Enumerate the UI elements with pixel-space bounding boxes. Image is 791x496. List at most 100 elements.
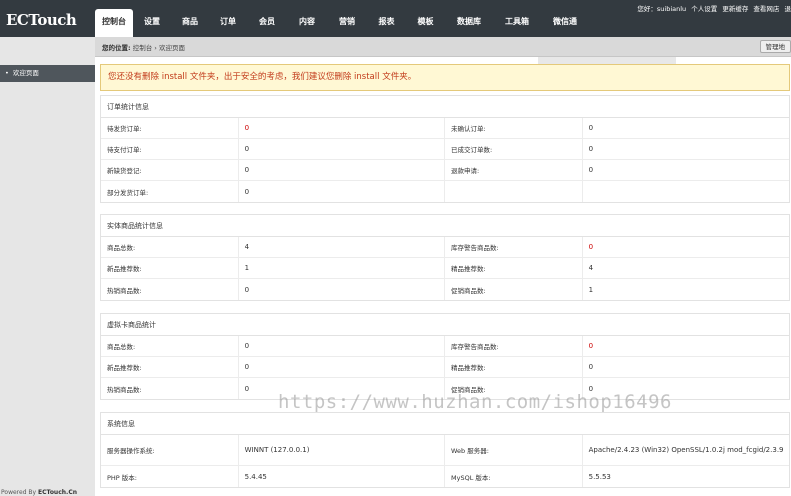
logout-link[interactable]: 退: [785, 5, 791, 13]
stat-label: 商品总数:: [101, 237, 239, 257]
goods-stats-section: 实体商品统计信息 商品总数: 4 库存警告商品数: 0 新品推荐数: 1 精品推…: [100, 214, 790, 301]
stat-label: 未确认订单:: [445, 118, 583, 138]
breadcrumb-root[interactable]: 控制台: [133, 44, 153, 52]
stat-label: 热销商品数:: [101, 279, 239, 300]
stat-label: 新品推荐数:: [101, 258, 239, 278]
powered-by: Powered By ECTouch.Cn: [1, 489, 77, 496]
stat-value[interactable]: 1: [239, 258, 445, 278]
stat-value[interactable]: 0: [583, 160, 789, 180]
profile-link[interactable]: 个人设置: [691, 5, 717, 13]
stat-value[interactable]: 0: [239, 160, 445, 180]
powered-label: Powered By: [1, 489, 37, 496]
nav-goods[interactable]: 商品: [171, 9, 209, 37]
stat-label: 部分发货订单:: [101, 181, 239, 202]
user-links: 您好：suibianlu 个人设置 更新缓存 查看网店 退: [634, 3, 791, 13]
nav-settings[interactable]: 设置: [133, 9, 171, 37]
nav-templates[interactable]: 模板: [406, 9, 445, 37]
virtual-card-stats-section: 虚拟卡商品统计 商品总数: 0 库存警告商品数: 0 新品推荐数: 0 精品推荐…: [100, 313, 790, 400]
stat-value[interactable]: 0: [583, 118, 789, 138]
table-row: 待发货订单: 0 未确认订单: 0: [101, 118, 789, 139]
stat-value[interactable]: 0: [239, 118, 445, 138]
ectouch-logo[interactable]: ECTouch: [6, 11, 86, 31]
section-title: 订单统计信息: [101, 96, 789, 118]
stat-label: 退款申请:: [445, 160, 583, 180]
breadcrumb: 您的位置: 控制台 › 欢迎页面: [102, 42, 185, 52]
bullet-icon: •: [5, 69, 9, 77]
stat-value[interactable]: 0: [583, 357, 789, 377]
powered-brand[interactable]: ECTouch.Cn: [38, 489, 77, 496]
stat-label: 待发货订单:: [101, 118, 239, 138]
info-value: 5.4.45: [239, 466, 445, 487]
nav-dashboard[interactable]: 控制台: [95, 9, 133, 37]
nav-content[interactable]: 内容: [287, 9, 327, 37]
table-row: 服务器操作系统: WINNT (127.0.0.1) Web 服务器: Apac…: [101, 435, 789, 466]
sidebar-item-welcome[interactable]: • 欢迎页面: [0, 65, 95, 82]
stat-label: 新品推荐数:: [101, 357, 239, 377]
info-value: WINNT (127.0.0.1): [239, 435, 445, 465]
manage-button[interactable]: 管理地: [759, 40, 791, 53]
table-row: PHP 版本: 5.4.45 MySQL 版本: 5.5.53: [101, 466, 789, 487]
stat-value[interactable]: 0: [239, 336, 445, 356]
section-title: 虚拟卡商品统计: [101, 314, 789, 336]
stat-value[interactable]: 0: [239, 357, 445, 377]
nav-members[interactable]: 会员: [247, 9, 287, 37]
nav-reports[interactable]: 报表: [367, 9, 406, 37]
sidebar-item-label: 欢迎页面: [12, 69, 39, 77]
breadcrumb-bar: 您的位置: 控制台 › 欢迎页面 管理地: [95, 37, 791, 57]
breadcrumb-current: 欢迎页面: [158, 44, 185, 52]
stat-label: 库存警告商品数:: [445, 336, 583, 356]
refresh-cache-link[interactable]: 更新缓存: [722, 5, 748, 13]
section-title: 系统信息: [101, 413, 789, 435]
install-warning: 您还没有删除 install 文件夹，出于安全的考虑，我们建议您删除 insta…: [100, 64, 790, 91]
stat-label: 库存警告商品数:: [445, 237, 583, 257]
info-value: 5.5.53: [588, 472, 611, 481]
info-value: Apache/2.4.23 (Win32) OpenSSL/1.0.2j mod…: [588, 446, 784, 454]
table-row: 商品总数: 0 库存警告商品数: 0: [101, 336, 789, 357]
info-label: PHP 版本:: [101, 466, 239, 487]
watermark-text: https://www.huzhan.com/ishop16496: [278, 391, 672, 413]
stat-value[interactable]: 4: [583, 258, 789, 278]
stat-value[interactable]: 0: [583, 237, 789, 257]
empty-cell: [583, 181, 789, 202]
stat-value[interactable]: 0: [239, 181, 445, 202]
stat-label: 新缺货登记:: [101, 160, 239, 180]
stat-value[interactable]: 0: [239, 139, 445, 159]
section-title: 实体商品统计信息: [101, 215, 789, 237]
nav-database[interactable]: 数据库: [445, 9, 493, 37]
stat-label: 促销商品数:: [445, 279, 583, 300]
stat-label: 精品推荐数:: [445, 357, 583, 377]
view-store-link[interactable]: 查看网店: [753, 5, 779, 13]
top-navigation-bar: ECTouch 控制台 设置 商品 订单 会员 内容 营销 报表 模板 数据库 …: [0, 0, 791, 37]
info-label: 服务器操作系统:: [101, 435, 239, 465]
stat-value[interactable]: 0: [239, 279, 445, 300]
nav-wechat[interactable]: 微信通: [541, 9, 589, 37]
empty-cell: [445, 181, 583, 202]
table-row: 新品推荐数: 0 精品推荐数: 0: [101, 357, 789, 378]
table-row: 新缺货登记: 0 退款申请: 0: [101, 160, 789, 181]
info-label: Web 服务器:: [445, 435, 583, 465]
stat-label: 热销商品数:: [101, 378, 239, 399]
stat-label: 待支付订单:: [101, 139, 239, 159]
stat-label: 已成交订单数:: [445, 139, 583, 159]
stat-value[interactable]: 4: [239, 237, 445, 257]
stat-value[interactable]: 1: [583, 279, 789, 300]
breadcrumb-prefix: 您的位置:: [102, 44, 131, 52]
table-row: 商品总数: 4 库存警告商品数: 0: [101, 237, 789, 258]
nav-tools[interactable]: 工具箱: [493, 9, 541, 37]
table-row: 部分发货订单: 0: [101, 181, 789, 202]
order-stats-section: 订单统计信息 待发货订单: 0 未确认订单: 0 待支付订单: 0 已成交订单数…: [100, 95, 790, 203]
nav-orders[interactable]: 订单: [209, 9, 247, 37]
stat-value[interactable]: 0: [583, 336, 789, 356]
table-row: 热销商品数: 0 促销商品数: 1: [101, 279, 789, 300]
stat-value[interactable]: 0: [583, 139, 789, 159]
table-row: 待支付订单: 0 已成交订单数: 0: [101, 139, 789, 160]
info-label: MySQL 版本:: [445, 466, 583, 487]
stat-label: 商品总数:: [101, 336, 239, 356]
user-greeting: 您好：suibianlu: [637, 5, 687, 13]
breadcrumb-separator: ›: [154, 44, 157, 52]
system-info-section: 系统信息 服务器操作系统: WINNT (127.0.0.1) Web 服务器:…: [100, 412, 790, 488]
nav-marketing[interactable]: 营销: [327, 9, 367, 37]
main-nav: 控制台 设置 商品 订单 会员 内容 营销 报表 模板 数据库 工具箱 微信通: [95, 9, 589, 37]
table-row: 新品推荐数: 1 精品推荐数: 4: [101, 258, 789, 279]
stat-label: 精品推荐数:: [445, 258, 583, 278]
